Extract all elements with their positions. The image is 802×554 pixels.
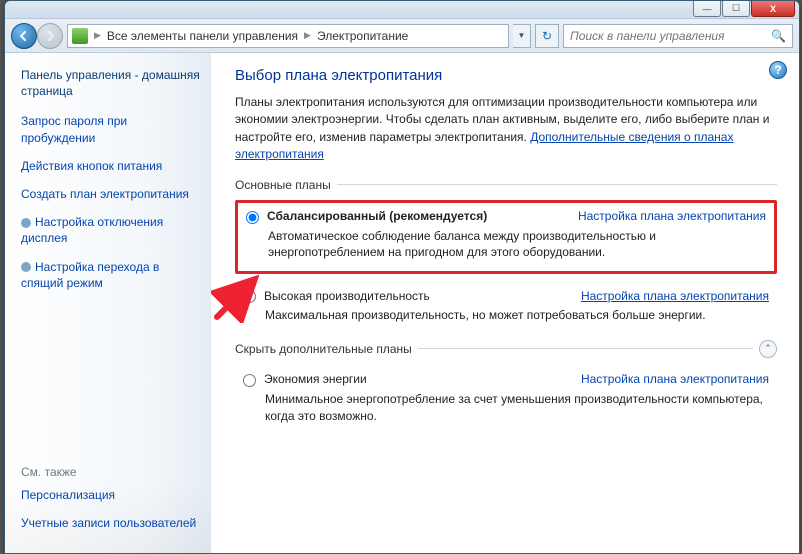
sidebar-link-personalization[interactable]: Персонализация <box>21 487 200 503</box>
sidebar-link-password[interactable]: Запрос пароля при пробуждении <box>21 113 200 145</box>
refresh-button[interactable]: ↻ <box>535 24 559 48</box>
search-input[interactable] <box>570 29 771 43</box>
chevron-right-icon: ▶ <box>94 30 101 41</box>
window: — ☐ X ▶ Все элементы панели управления ▶… <box>4 0 800 554</box>
search-icon: 🔍 <box>771 29 786 43</box>
breadcrumb-item[interactable]: Все элементы панели управления <box>107 29 298 43</box>
search-box[interactable]: 🔍 <box>563 24 793 48</box>
forward-button[interactable] <box>37 23 63 49</box>
sidebar-link-sleep[interactable]: Настройка перехода в спящий режим <box>21 259 200 291</box>
collapse-button[interactable]: ⌃ <box>759 340 777 358</box>
plan-high-title: Высокая производительность <box>264 289 581 303</box>
group-caption: Основные планы <box>235 178 331 192</box>
maximize-button[interactable]: ☐ <box>722 1 750 17</box>
plan-high-desc: Максимальная производительность, но може… <box>265 307 769 324</box>
sidebar-link-buttons[interactable]: Действия кнопок питания <box>21 158 200 174</box>
close-button[interactable]: X <box>751 1 795 17</box>
help-icon[interactable]: ? <box>769 61 787 79</box>
address-dropdown-button[interactable]: ▼ <box>513 24 531 48</box>
sidebar-link-create-plan[interactable]: Создать план электропитания <box>21 186 200 202</box>
control-panel-icon <box>72 28 88 44</box>
plan-balanced: Сбалансированный (рекомендуется) Настрой… <box>235 200 777 275</box>
plan-balanced-desc: Автоматическое соблюдение баланса между … <box>268 228 766 262</box>
back-forward-group <box>11 23 63 49</box>
plan-balanced-radio[interactable] <box>246 211 259 224</box>
plan-high-settings-link[interactable]: Настройка плана электропитания <box>581 289 769 303</box>
plan-eco-settings-link[interactable]: Настройка плана электропитания <box>581 372 769 386</box>
sidebar: Панель управления - домашняя страница За… <box>5 53 211 553</box>
bullet-icon <box>21 218 31 228</box>
intro-text: Планы электропитания используются для оп… <box>235 94 777 164</box>
plan-eco-desc: Минимальное энергопотребление за счет ум… <box>265 391 769 425</box>
titlebar: — ☐ X <box>5 1 799 19</box>
group-extra-plans: Скрыть дополнительные планы ⌃ Экономия э… <box>235 340 777 435</box>
plan-power-saver: Экономия энергии Настройка плана электро… <box>235 366 777 435</box>
breadcrumb-item[interactable]: Электропитание <box>317 29 408 43</box>
plan-high-performance: Высокая производительность Настройка пла… <box>235 282 777 334</box>
address-bar[interactable]: ▶ Все элементы панели управления ▶ Элект… <box>67 24 509 48</box>
see-also-heading: См. также <box>21 465 200 479</box>
sidebar-link-display-off[interactable]: Настройка отключения дисплея <box>21 214 200 246</box>
plan-balanced-title: Сбалансированный (рекомендуется) <box>267 209 578 223</box>
plan-high-radio[interactable] <box>243 290 256 303</box>
minimize-button[interactable]: — <box>693 1 721 17</box>
plan-balanced-settings-link[interactable]: Настройка плана электропитания <box>578 209 766 223</box>
nav-bar: ▶ Все элементы панели управления ▶ Элект… <box>5 19 799 53</box>
main-pane: ? Выбор плана электропитания Планы элект… <box>211 53 799 553</box>
plan-eco-title: Экономия энергии <box>264 372 581 386</box>
sidebar-home-link[interactable]: Панель управления - домашняя страница <box>21 67 200 99</box>
chevron-right-icon: ▶ <box>304 30 311 41</box>
page-title: Выбор плана электропитания <box>235 67 777 84</box>
bullet-icon <box>21 262 31 272</box>
content-row: Панель управления - домашняя страница За… <box>5 53 799 553</box>
plan-eco-radio[interactable] <box>243 374 256 387</box>
group-extra-caption: Скрыть дополнительные планы <box>235 342 412 356</box>
back-button[interactable] <box>11 23 37 49</box>
group-main-plans: Основные планы Сбалансированный (рекомен… <box>235 178 777 334</box>
sidebar-link-user-accounts[interactable]: Учетные записи пользователей <box>21 515 200 531</box>
